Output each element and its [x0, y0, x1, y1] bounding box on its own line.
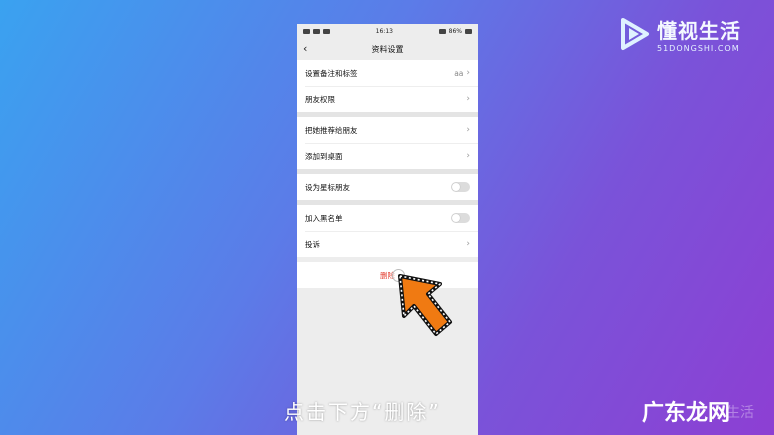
row-star-friend: 设为星标朋友 [297, 174, 478, 200]
row-friend-permissions[interactable]: 朋友权限 › [297, 86, 478, 112]
blacklist-toggle[interactable] [451, 213, 470, 223]
logo-text-cn: 懂视生活 [657, 19, 741, 43]
settings-group-4: 加入黑名单 投诉 › [297, 205, 478, 257]
brand-logo: 懂视生活 51DONGSHI.COM [617, 15, 741, 53]
wifi-icon [313, 28, 320, 34]
toggle-knob [452, 183, 460, 191]
phone-screen: 16:13 86% ‹ 资料设置 设置备注和标签 aa › 朋友权限 › 把她推… [297, 24, 478, 435]
battery-level: 86% [448, 27, 462, 35]
nav-bar: ‹ 资料设置 [297, 38, 478, 60]
chevron-right-icon: › [466, 94, 470, 104]
settings-group-3: 设为星标朋友 [297, 174, 478, 200]
row-label: 设为星标朋友 [305, 182, 350, 192]
pointer-arrow-icon [398, 274, 452, 336]
battery-icon [464, 28, 472, 34]
settings-group-1: 设置备注和标签 aa › 朋友权限 › [297, 60, 478, 112]
star-friend-toggle[interactable] [451, 182, 470, 192]
row-add-to-desktop[interactable]: 添加到桌面 › [297, 143, 478, 169]
row-report[interactable]: 投诉 › [297, 231, 478, 257]
row-label: 设置备注和标签 [305, 68, 358, 78]
row-label: 加入黑名单 [305, 213, 343, 223]
chevron-right-icon: › [466, 239, 470, 249]
row-recommend-friend[interactable]: 把她推荐给朋友 › [297, 117, 478, 143]
row-label: 投诉 [305, 239, 320, 249]
row-value: aa [454, 68, 464, 78]
settings-group-2: 把她推荐给朋友 › 添加到桌面 › [297, 117, 478, 169]
instruction-caption: 点击下方“删除” [284, 400, 441, 424]
chevron-right-icon: › [466, 68, 470, 78]
row-blacklist: 加入黑名单 [297, 205, 478, 231]
play-logo-icon [621, 18, 649, 50]
row-label: 朋友权限 [305, 94, 335, 104]
status-time: 16:13 [375, 27, 393, 35]
chevron-right-icon: › [466, 151, 470, 161]
row-remark-tags[interactable]: 设置备注和标签 aa › [297, 60, 478, 86]
page-title: 资料设置 [371, 44, 404, 54]
row-label: 把她推荐给朋友 [305, 125, 358, 135]
watermark-faint-text: 生活 [726, 405, 754, 421]
back-arrow-icon[interactable]: ‹ [303, 42, 307, 55]
chevron-right-icon: › [466, 125, 470, 135]
watermark-text: 广东龙网 [642, 401, 731, 426]
toggle-knob [452, 214, 460, 222]
notification-icon [323, 28, 330, 34]
signal-icon [303, 28, 310, 34]
alarm-icon [438, 28, 446, 34]
status-bar: 16:13 86% [297, 24, 478, 38]
logo-text-en: 51DONGSHI.COM [657, 44, 740, 53]
row-label: 添加到桌面 [305, 151, 343, 161]
